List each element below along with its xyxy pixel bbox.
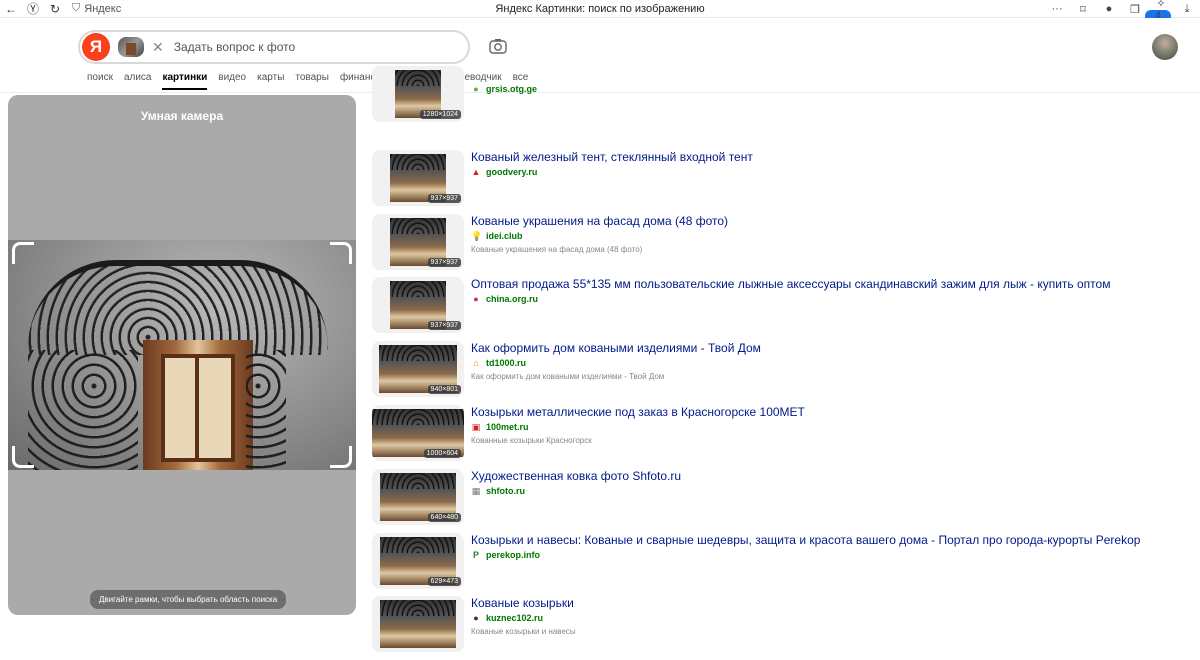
result-description: Кованые козырьки и навесы: [471, 627, 576, 637]
result-item[interactable]: 940×801 Как оформить дом коваными изделия…: [372, 341, 1182, 405]
result-item[interactable]: 629×473 Козырьки и навесы: Кованые и свар…: [372, 532, 1182, 597]
result-title-link[interactable]: Кованые козырьки: [471, 596, 574, 610]
result-host-link[interactable]: td1000.ru: [486, 358, 526, 368]
result-title-link[interactable]: Оптовая продажа 55*135 мм пользовательск…: [471, 277, 1110, 291]
result-thumbnail[interactable]: 640×480: [372, 468, 464, 525]
image-size-label: 937×937: [427, 257, 461, 267]
downloads-icon[interactable]: ⤓: [1174, 3, 1200, 16]
site-favicon-icon: ●: [473, 613, 479, 624]
page-tab-title: Яндекс Картинки: поиск по изображению: [495, 2, 705, 15]
reload-icon[interactable]: ↻: [44, 0, 66, 18]
image-size-label: 1280×1024: [419, 110, 461, 119]
yandex-browser-icon[interactable]: Ⓨ: [22, 0, 44, 18]
result-title-link[interactable]: Как оформить дом коваными изделиями - Тв…: [471, 341, 761, 355]
result-item[interactable]: Кованые козырьки ● kuznec102.ru Кованые коз…: [372, 596, 1182, 660]
tab-0[interactable]: поиск: [87, 72, 113, 92]
result-description: Кованые украшения на фасад дома (48 фото…: [471, 244, 643, 254]
result-item[interactable]: 937×937 Кованый железный тент, стеклянный…: [372, 149, 1182, 214]
site-favicon-icon: ●: [473, 294, 479, 305]
result-title-link[interactable]: Козырьки металлические под заказ в Красн…: [471, 405, 805, 419]
crop-handle-top-right[interactable]: [330, 242, 352, 264]
result-thumbnail[interactable]: 940×801: [372, 341, 464, 398]
crop-handle-bottom-right[interactable]: [330, 446, 352, 468]
result-description: Кованные козырьки Красногорск: [471, 435, 592, 445]
search-header: Я ✕ Задать вопрос к фото поиск алиса карти…: [0, 18, 1200, 93]
result-host-link[interactable]: idei.club: [486, 231, 523, 241]
result-host-link[interactable]: kuznec102.ru: [486, 613, 543, 623]
tab-1[interactable]: алиса: [124, 72, 152, 92]
image-size-label: 940×801: [427, 385, 461, 395]
site-favicon-icon: ▦: [471, 485, 481, 496]
crop-handle-bottom-left[interactable]: [12, 446, 34, 468]
tab-4[interactable]: карты: [257, 72, 284, 92]
site-favicon-icon: P: [472, 549, 479, 560]
result-title-link[interactable]: Козырьки и навесы: Кованые и сварные шед…: [471, 533, 1140, 547]
query-image-thumbnail[interactable]: [118, 37, 144, 57]
crop-handle-top-left[interactable]: [12, 242, 34, 264]
result-host-link[interactable]: shfoto.ru: [486, 486, 525, 496]
result-item[interactable]: 1280×1024 ● grsis.otg.ge: [372, 66, 1182, 150]
tab-2[interactable]: картинки: [162, 72, 207, 92]
result-item[interactable]: 1000×604 Козырьки металлические под заказ…: [372, 404, 1182, 469]
image-size-label: 1000×604: [423, 448, 461, 458]
site-favicon-icon: ▣: [471, 421, 481, 432]
result-thumbnail[interactable]: 937×937: [372, 213, 464, 270]
collections-icon[interactable]: ❐: [1122, 3, 1148, 16]
image-size-label: 640×480: [427, 512, 461, 522]
user-avatar[interactable]: [1152, 34, 1178, 60]
result-description: Как оформить дом коваными изделиями - Тв…: [471, 372, 665, 382]
result-host-link[interactable]: 100met.ru: [486, 422, 529, 432]
site-favicon-icon: ⌂: [473, 358, 479, 369]
yandex-logo-icon[interactable]: Я: [82, 33, 110, 61]
result-thumbnail[interactable]: [372, 596, 464, 653]
back-arrow-icon[interactable]: ←: [0, 0, 22, 18]
similar-results-list: 1280×1024 ● grsis.otg.ge 937×937 Кованый жел…: [372, 66, 1182, 660]
alice-icon[interactable]: ●: [1096, 3, 1122, 15]
image-size-label: 937×937: [427, 193, 461, 203]
result-title-link[interactable]: Художественная ковка фото Shfoto.ru: [471, 469, 681, 483]
result-item[interactable]: 937×937 Оптовая продажа 55*135 мм пользов…: [372, 277, 1182, 341]
address-site-label[interactable]: Яндекс: [84, 3, 121, 15]
site-favicon-icon: ▲: [471, 166, 481, 177]
result-title-link[interactable]: Кованые украшения на фасад дома (48 фото…: [471, 214, 728, 228]
protect-shield-icon[interactable]: ⛉: [72, 2, 80, 15]
result-host-link[interactable]: grsis.otg.ge: [486, 84, 537, 94]
clear-image-icon[interactable]: ✕: [152, 39, 164, 56]
result-host-link[interactable]: perekop.info: [486, 550, 540, 560]
result-item[interactable]: 937×937 Кованые украшения на фасад дома (…: [372, 213, 1182, 278]
browser-toolbar: ← Ⓨ ↻ ⛉ Яндекс Яндекс Картинки: поиск по…: [0, 0, 1200, 22]
image-size-label: 937×937: [427, 321, 461, 331]
result-host-link[interactable]: china.org.ru: [486, 294, 538, 304]
image-size-label: 629×473: [427, 576, 461, 586]
bookmark-icon[interactable]: ⌑: [1070, 3, 1096, 16]
smart-camera-title: Умная камера: [140, 109, 224, 123]
smart-camera-panel: Умная камера Двигайте рамки, чтобы выбра…: [8, 95, 356, 615]
result-host-link[interactable]: goodvery.ru: [486, 167, 537, 177]
query-photo[interactable]: [8, 240, 356, 470]
tab-3[interactable]: видео: [218, 72, 246, 92]
tab-5[interactable]: товары: [295, 72, 329, 92]
entrance-door: [143, 340, 253, 470]
search-box[interactable]: Я ✕ Задать вопрос к фото: [78, 30, 470, 64]
result-thumbnail[interactable]: 937×937: [372, 277, 464, 334]
result-title-link[interactable]: Кованый железный тент, стеклянный входно…: [471, 150, 753, 164]
camera-search-icon[interactable]: [489, 38, 509, 56]
result-thumbnail[interactable]: 1280×1024: [372, 66, 464, 122]
site-favicon-icon: ●: [473, 84, 479, 94]
search-input[interactable]: Задать вопрос к фото: [174, 40, 295, 54]
site-favicon-icon: 💡: [471, 230, 483, 241]
crop-hint: Двигайте рамки, чтобы выбрать область по…: [90, 590, 287, 609]
result-item[interactable]: 640×480 Художественная ковка фото Shfoto.…: [372, 468, 1182, 533]
more-dots-icon[interactable]: ···: [1044, 3, 1070, 15]
result-thumbnail[interactable]: 629×473: [372, 532, 464, 589]
result-thumbnail[interactable]: 937×937: [372, 149, 464, 206]
browser-toolbar-right: ··· ⌑ ● ❐ ✧4 ⤓: [1044, 0, 1200, 22]
result-thumbnail[interactable]: 1000×604: [372, 404, 464, 461]
